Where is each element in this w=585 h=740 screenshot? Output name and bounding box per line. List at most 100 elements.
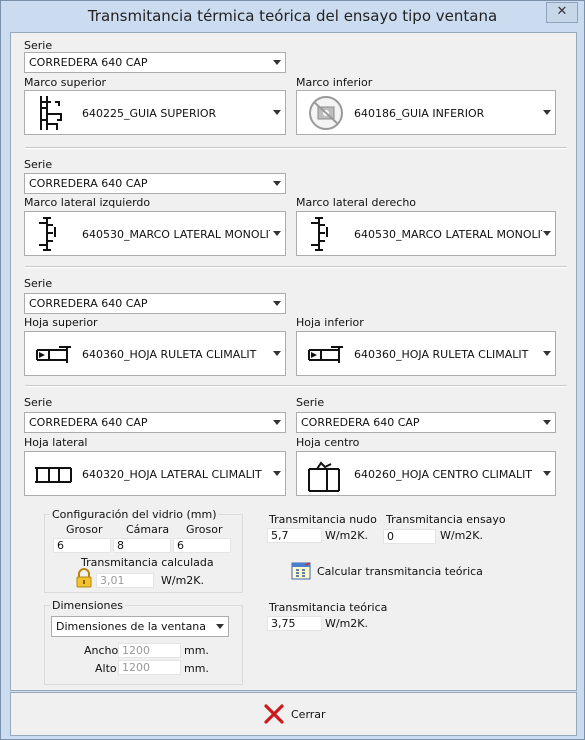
- transmitancia-teorica-input[interactable]: 3,75: [267, 616, 322, 631]
- marco-lateral-derecho-value: 640530_MARCO LATERAL MONOLITIC: [354, 228, 542, 241]
- hoja-lateral-value: 640320_HOJA LATERAL CLIMALIT: [82, 468, 262, 481]
- serie-value: CORREDERA 640 CAP: [29, 416, 148, 429]
- chevron-down-icon: [273, 301, 281, 306]
- chevron-down-icon: [543, 420, 551, 425]
- hoja-lateral-profile-icon: [35, 467, 72, 483]
- calcular-button-label: Calcular transmitancia teórica: [317, 565, 483, 578]
- hoja-lateral-label: Hoja lateral: [24, 436, 88, 449]
- chevron-down-icon: [543, 471, 551, 476]
- cerrar-button[interactable]: Cerrar: [263, 703, 333, 725]
- serie-value: CORREDERA 640 CAP: [29, 56, 148, 69]
- dimensions-select[interactable]: Dimensiones de la ventana: [51, 616, 229, 637]
- calculator-icon: [291, 562, 311, 580]
- marco-inferior-label: Marco inferior: [296, 76, 373, 89]
- serie-label: Serie: [24, 396, 53, 409]
- title-bar: Transmitancia térmica teórica del ensayo…: [1, 1, 584, 31]
- serie-label: Serie: [24, 277, 53, 290]
- marco-lateral-profile-icon: [39, 217, 56, 251]
- divider: [25, 385, 567, 387]
- close-x-icon: [264, 704, 284, 724]
- chevron-down-icon: [273, 420, 281, 425]
- lock-icon[interactable]: [75, 568, 93, 588]
- serie-select[interactable]: CORREDERA 640 CAP: [24, 293, 286, 314]
- chevron-down-icon: [216, 624, 224, 629]
- calcular-button[interactable]: Calcular transmitancia teórica: [289, 560, 483, 582]
- hoja-superior-value: 640360_HOJA RULETA CLIMALIT: [82, 348, 257, 361]
- glass-config-title: Configuración del vidrio (mm): [50, 508, 219, 521]
- transmitancia-nudo-label: Transmitancia nudo: [269, 513, 377, 526]
- serie-select[interactable]: CORREDERA 640 CAP: [24, 412, 286, 433]
- hoja-centro-profile-icon: [308, 461, 340, 492]
- guia-superior-profile-icon: [40, 96, 62, 130]
- grosor-1-input[interactable]: 6: [53, 538, 111, 553]
- marco-superior-select[interactable]: 640225_GUIA SUPERIOR: [24, 90, 286, 135]
- marco-superior-value: 640225_GUIA SUPERIOR: [82, 107, 217, 120]
- grosor-2-input[interactable]: 6: [173, 538, 231, 553]
- marco-lateral-profile-icon: [311, 217, 328, 251]
- serie-right-label: Serie: [296, 396, 325, 409]
- no-image-icon: [309, 96, 343, 130]
- chevron-down-icon: [273, 471, 281, 476]
- marco-lateral-derecho-select[interactable]: 640530_MARCO LATERAL MONOLITIC: [296, 211, 556, 256]
- hoja-centro-value: 640260_HOJA CENTRO CLIMALIT: [354, 468, 533, 481]
- transmitancia-ensayo-input[interactable]: 0: [383, 529, 436, 544]
- marco-inferior-value: 640186_GUIA INFERIOR: [354, 107, 485, 120]
- teorica-unit: W/m2K.: [325, 617, 369, 630]
- ensayo-unit: W/m2K.: [440, 529, 484, 542]
- dimensions-value: Dimensiones de la ventana: [56, 620, 207, 633]
- serie-right-value: CORREDERA 640 CAP: [301, 416, 420, 429]
- transmitancia-teorica-label: Transmitancia teórica: [269, 601, 388, 614]
- transmitancia-ensayo-label: Transmitancia ensayo: [386, 513, 506, 526]
- chevron-down-icon: [543, 231, 551, 236]
- serie-label: Serie: [24, 158, 53, 171]
- ancho-unit: mm.: [184, 644, 209, 657]
- unit-label: W/m2K.: [161, 574, 205, 587]
- chevron-down-icon: [273, 231, 281, 236]
- alto-input[interactable]: 1200: [118, 660, 181, 675]
- marco-lateral-izquierdo-label: Marco lateral izquierdo: [24, 196, 151, 209]
- window-title: Transmitancia térmica teórica del ensayo…: [87, 7, 498, 25]
- grosor-2-label: Grosor: [186, 523, 223, 536]
- cerrar-button-label: Cerrar: [291, 708, 326, 721]
- chevron-down-icon: [543, 351, 551, 356]
- window-close-button[interactable]: ✕: [546, 2, 578, 23]
- alto-label: Alto: [95, 662, 117, 675]
- hoja-inferior-select[interactable]: 640360_HOJA RULETA CLIMALIT: [296, 331, 556, 376]
- hoja-centro-label: Hoja centro: [296, 436, 360, 449]
- serie-right-select[interactable]: CORREDERA 640 CAP: [296, 412, 556, 433]
- hoja-inferior-value: 640360_HOJA RULETA CLIMALIT: [354, 348, 529, 361]
- chevron-down-icon: [543, 110, 551, 115]
- serie-label: Serie: [24, 39, 53, 52]
- chevron-down-icon: [273, 110, 281, 115]
- marco-inferior-select[interactable]: 640186_GUIA INFERIOR: [296, 90, 556, 135]
- dimensions-title: Dimensiones: [50, 599, 125, 612]
- serie-select[interactable]: CORREDERA 640 CAP: [24, 52, 286, 73]
- dialog-content: Serie CORREDERA 640 CAP Marco superior 6…: [10, 32, 577, 691]
- divider: [25, 147, 567, 149]
- serie-value: CORREDERA 640 CAP: [29, 177, 148, 190]
- marco-lateral-izquierdo-select[interactable]: 640530_MARCO LATERAL MONOLITIC: [24, 211, 286, 256]
- serie-value: CORREDERA 640 CAP: [29, 297, 148, 310]
- hoja-lateral-select[interactable]: 640320_HOJA LATERAL CLIMALIT: [24, 451, 286, 496]
- camara-input[interactable]: 8: [113, 538, 171, 553]
- marco-superior-label: Marco superior: [24, 76, 107, 89]
- divider: [25, 266, 567, 268]
- transmitancia-calculada-label: Transmitancia calculada: [81, 556, 214, 569]
- hoja-centro-select[interactable]: 640260_HOJA CENTRO CLIMALIT: [296, 451, 556, 496]
- chevron-down-icon: [273, 60, 281, 65]
- nudo-unit: W/m2K.: [325, 529, 369, 542]
- grosor-1-label: Grosor: [66, 523, 103, 536]
- hoja-ruleta-profile-icon: [308, 346, 343, 363]
- marco-lateral-izquierdo-value: 640530_MARCO LATERAL MONOLITIC: [82, 228, 270, 241]
- hoja-superior-select[interactable]: 640360_HOJA RULETA CLIMALIT: [24, 331, 286, 376]
- hoja-inferior-label: Hoja inferior: [296, 316, 364, 329]
- chevron-down-icon: [273, 181, 281, 186]
- alto-unit: mm.: [184, 662, 209, 675]
- hoja-ruleta-profile-icon: [36, 346, 71, 363]
- chevron-down-icon: [273, 351, 281, 356]
- transmitancia-nudo-input[interactable]: 5,7: [267, 528, 322, 543]
- serie-select[interactable]: CORREDERA 640 CAP: [24, 173, 286, 194]
- ancho-label: Ancho: [84, 644, 119, 657]
- ancho-input[interactable]: 1200: [118, 643, 181, 658]
- marco-lateral-derecho-label: Marco lateral derecho: [296, 196, 417, 209]
